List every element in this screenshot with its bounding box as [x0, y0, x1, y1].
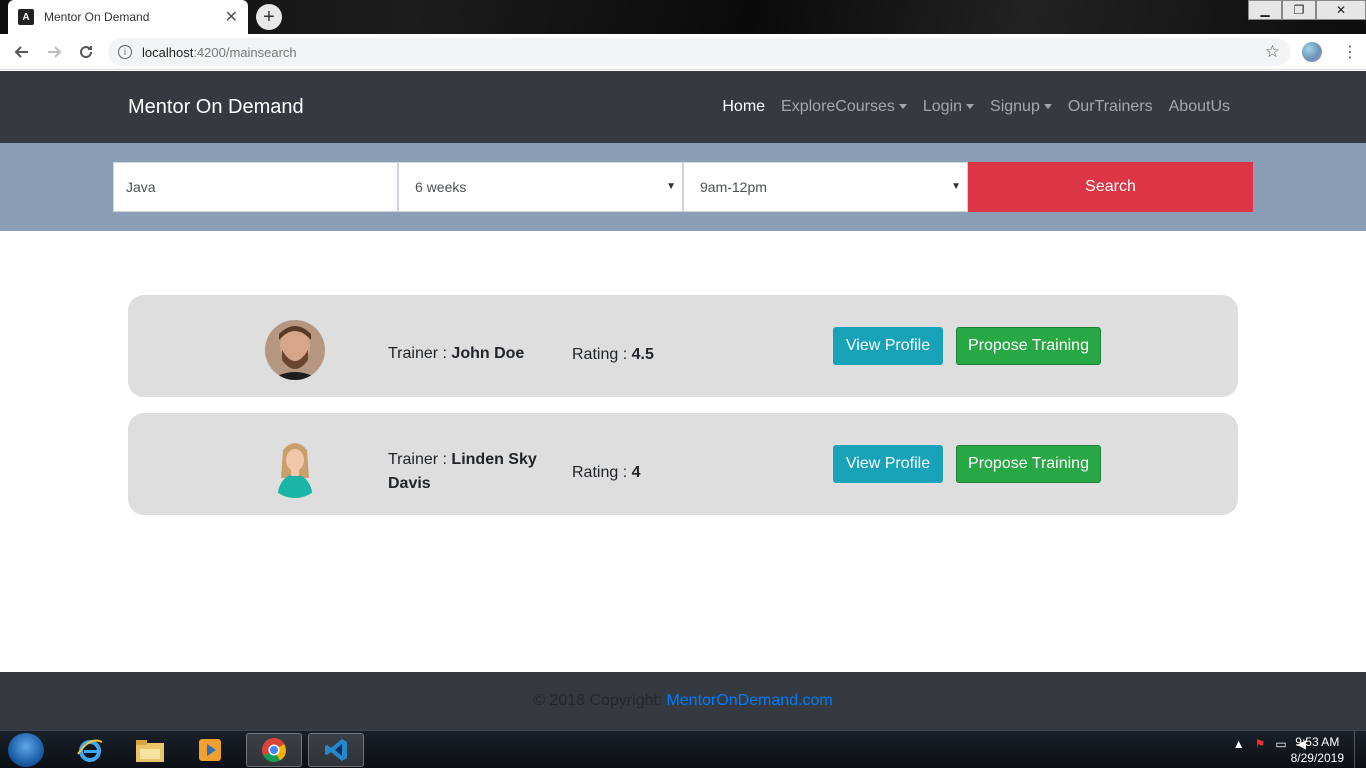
dropdown-arrow-icon: ▼	[951, 181, 961, 192]
tab-title: Mentor On Demand	[44, 10, 150, 24]
start-button[interactable]	[8, 733, 44, 767]
rating-value: 4.5	[631, 346, 654, 363]
nav-explore-courses-label: ExploreCourses	[781, 98, 895, 115]
clock-date: 8/29/2019	[1290, 751, 1344, 765]
search-button[interactable]: Search	[968, 162, 1253, 212]
footer-copyright: © 2018 Copyright:	[533, 692, 663, 709]
close-tab-icon[interactable]: ✕	[225, 7, 238, 27]
caret-down-icon	[898, 104, 907, 110]
rating-label: Rating :	[572, 464, 632, 481]
nav-links: Home ExploreCourses Login Signup OurTrai…	[706, 98, 1230, 116]
rating-info: Rating : 4	[572, 464, 641, 482]
browser-toolbar: i localhost:4200/mainsearch ☆	[0, 34, 1366, 70]
back-icon[interactable]	[6, 36, 38, 68]
url-host: localhost	[142, 44, 194, 60]
url-path: :4200/mainsearch	[193, 44, 297, 60]
trainer-card: Trainer : John Doe Rating : 4.5 View Pro…	[128, 295, 1238, 397]
timeslot-select[interactable]: 9am-12pm ▼	[683, 162, 968, 212]
view-profile-button[interactable]: View Profile	[833, 445, 943, 483]
show-desktop-button[interactable]	[1354, 731, 1366, 768]
nav-signup-label: Signup	[990, 98, 1040, 115]
nav-about-us[interactable]: AboutUs	[1169, 98, 1230, 116]
angular-icon: A	[18, 9, 34, 25]
nav-our-trainers[interactable]: OurTrainers	[1068, 98, 1153, 116]
dropdown-arrow-icon: ▼	[666, 181, 676, 192]
internet-explorer-icon[interactable]	[62, 733, 118, 767]
nav-explore-courses[interactable]: ExploreCourses	[781, 98, 907, 116]
forward-icon[interactable]	[38, 36, 70, 68]
network-icon[interactable]: ▭	[1275, 737, 1286, 751]
view-profile-button[interactable]: View Profile	[833, 327, 943, 365]
nav-login[interactable]: Login	[922, 98, 975, 116]
trainer-name: John Doe	[451, 345, 525, 362]
profile-avatar-icon[interactable]	[1302, 42, 1322, 62]
footer-link[interactable]: MentorOnDemand.com	[666, 692, 832, 710]
trainer-label: Trainer :	[388, 345, 452, 362]
app-navbar: Mentor On Demand Home ExploreCourses Log…	[0, 71, 1366, 143]
nav-home[interactable]: Home	[722, 98, 765, 116]
media-player-icon[interactable]	[182, 733, 238, 767]
new-tab-button[interactable]: +	[256, 4, 282, 30]
show-hidden-icons-icon[interactable]: ▲	[1233, 737, 1245, 751]
vscode-icon[interactable]	[308, 733, 364, 767]
minimize-button[interactable]: ▁	[1248, 0, 1282, 20]
technology-value: Java	[126, 179, 156, 195]
clock-time: 9:53 AM	[1295, 735, 1340, 749]
trainer-label: Trainer :	[388, 451, 452, 468]
chrome-icon[interactable]	[246, 733, 302, 767]
system-clock[interactable]: 9:53 AM 8/29/2019	[1291, 734, 1344, 766]
windows-taskbar: ▲ ⚑ ▭ ◀ 9:53 AM 8/29/2019	[0, 730, 1366, 768]
trainer-card: Trainer : Linden Sky Davis Rating : 4 Vi…	[128, 413, 1238, 515]
trainer-avatar	[265, 320, 325, 380]
nav-signup[interactable]: Signup	[990, 98, 1052, 116]
rating-info: Rating : 4.5	[572, 346, 654, 364]
technology-input[interactable]: Java	[113, 162, 398, 212]
propose-training-button[interactable]: Propose Training	[956, 327, 1101, 365]
duration-select[interactable]: 6 weeks ▼	[398, 162, 683, 212]
trainer-info: Trainer : Linden Sky Davis	[388, 448, 548, 496]
timeslot-value: 9am-12pm	[700, 179, 767, 195]
file-explorer-icon[interactable]	[122, 733, 178, 767]
bookmark-star-icon[interactable]: ☆	[1265, 42, 1280, 62]
window-controls: ▁ ❐ ✕	[1248, 0, 1366, 20]
info-icon[interactable]: i	[118, 45, 132, 59]
browser-tab[interactable]: A Mentor On Demand ✕	[8, 0, 248, 34]
rating-value: 4	[631, 464, 641, 481]
rating-label: Rating :	[572, 346, 632, 363]
page-footer: © 2018 Copyright: MentorOnDemand.com	[0, 672, 1366, 730]
action-center-flag-icon[interactable]: ⚑	[1255, 737, 1266, 751]
caret-down-icon	[1043, 104, 1052, 110]
browser-menu-icon[interactable]: ⋮	[1342, 42, 1358, 62]
trainer-avatar	[265, 438, 325, 498]
caret-down-icon	[966, 104, 975, 110]
propose-training-button[interactable]: Propose Training	[956, 445, 1101, 483]
search-bar: Java 6 weeks ▼ 9am-12pm ▼ Search	[0, 143, 1366, 231]
restore-button[interactable]: ❐	[1282, 0, 1316, 20]
brand-logo[interactable]: Mentor On Demand	[128, 96, 304, 119]
duration-value: 6 weeks	[415, 179, 467, 195]
trainer-info: Trainer : John Doe	[388, 342, 548, 366]
address-bar[interactable]: i localhost:4200/mainsearch ☆	[108, 38, 1290, 66]
nav-login-label: Login	[922, 98, 963, 115]
reload-icon[interactable]	[70, 36, 102, 68]
browser-tab-strip: A Mentor On Demand ✕ + ▁ ❐ ✕	[0, 0, 1366, 34]
close-window-button[interactable]: ✕	[1316, 0, 1366, 20]
